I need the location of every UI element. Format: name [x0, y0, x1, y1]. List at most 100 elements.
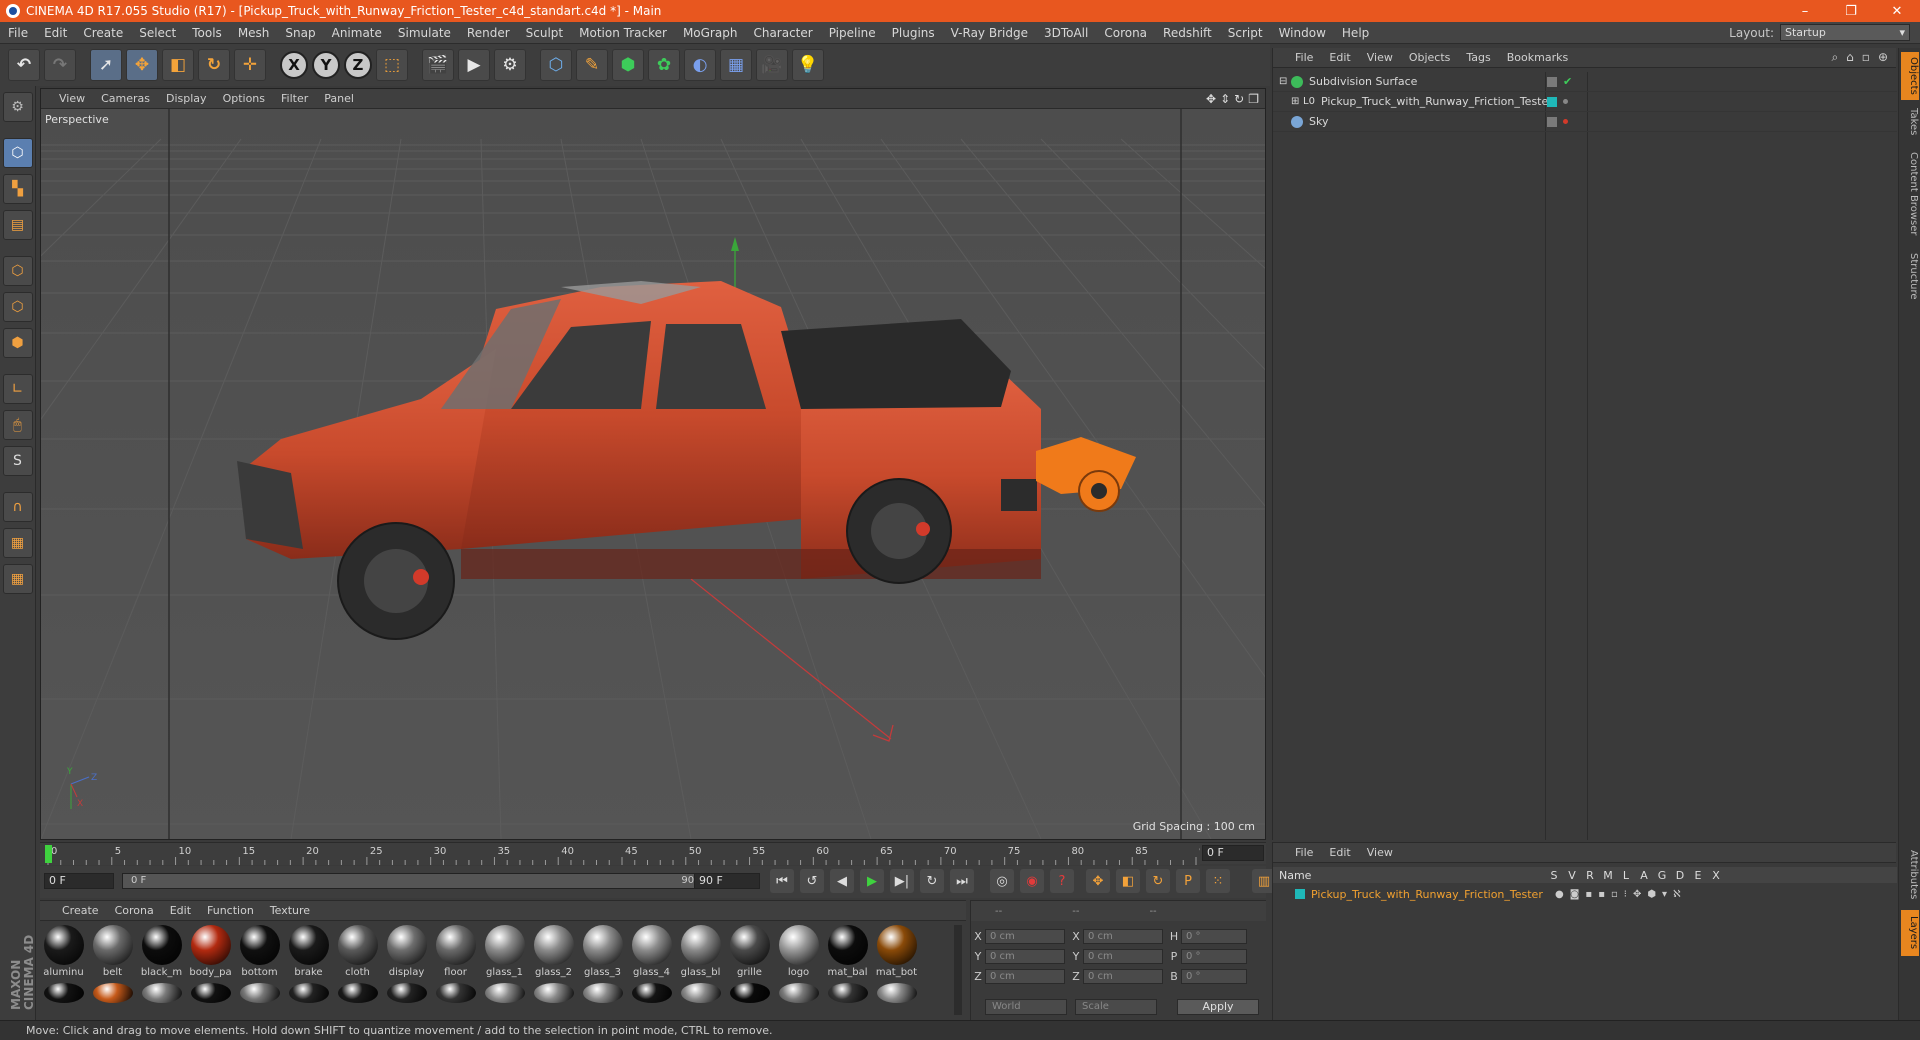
material-swatch[interactable]: mat_bal [826, 925, 869, 979]
material-swatch[interactable]: cloth [336, 925, 379, 979]
material-swatch[interactable] [875, 983, 918, 1003]
pos-y-field[interactable]: 0 cm [985, 948, 1065, 964]
menu-simulate[interactable]: Simulate [390, 26, 459, 40]
material-swatch[interactable]: mat_bot [875, 925, 918, 979]
material-swatch[interactable]: black_m [140, 925, 183, 979]
undo-icon[interactable]: ↶ [8, 49, 40, 81]
preview-range-slider[interactable]: 0 F 90 F [122, 873, 712, 889]
material-swatch[interactable]: glass_bl [679, 925, 722, 979]
material-swatch[interactable] [91, 983, 134, 1003]
rotate-tool-icon[interactable]: ↻ [198, 49, 230, 81]
search-icon[interactable]: ⌕ [1831, 50, 1838, 65]
material-swatch[interactable] [630, 983, 673, 1003]
menu-character[interactable]: Character [745, 26, 820, 40]
material-swatch[interactable]: display [385, 925, 428, 979]
current-frame-field[interactable]: 0 F [1202, 845, 1264, 861]
layer-row[interactable]: Pickup_Truck_with_Runway_Friction_Tester… [1273, 885, 1897, 903]
recent-tool-icon[interactable]: ✛ [234, 49, 266, 81]
material-swatch[interactable]: body_pa [189, 925, 232, 979]
om-menu-edit[interactable]: Edit [1321, 51, 1358, 64]
tab-structure[interactable]: Structure [1901, 248, 1919, 304]
material-swatch[interactable]: belt [91, 925, 134, 979]
floor-icon[interactable]: ▦ [720, 49, 752, 81]
material-swatch[interactable] [532, 983, 575, 1003]
material-swatch[interactable] [287, 983, 330, 1003]
tab-objects[interactable]: Objects [1901, 52, 1919, 100]
lm-menu-file[interactable]: File [1287, 846, 1321, 859]
mm-menu-create[interactable]: Create [54, 904, 107, 917]
material-swatch[interactable] [42, 983, 85, 1003]
material-swatch[interactable]: logo [777, 925, 820, 979]
material-swatch[interactable]: glass_1 [483, 925, 526, 979]
mm-menu-corona[interactable]: Corona [107, 904, 162, 917]
next-frame-icon[interactable]: ▶| [890, 869, 914, 893]
material-swatch[interactable] [777, 983, 820, 1003]
material-swatch[interactable] [336, 983, 379, 1003]
mm-menu-edit[interactable]: Edit [162, 904, 199, 917]
model-mode-icon[interactable]: ⬡ [2, 138, 33, 168]
material-swatch[interactable]: glass_2 [532, 925, 575, 979]
rot-h-field[interactable]: 0 ° [1181, 928, 1247, 944]
3d-viewport[interactable]: Y Z X Perspective Grid Spacing : 100 cm [41, 109, 1265, 839]
material-swatch[interactable]: aluminu [42, 925, 85, 979]
expand-icon[interactable]: ⊞ [1291, 96, 1303, 107]
lm-menu-view[interactable]: View [1359, 846, 1401, 859]
viewport-menu-filter[interactable]: Filter [273, 92, 316, 105]
menu-snap[interactable]: Snap [277, 26, 323, 40]
menu-script[interactable]: Script [1220, 26, 1271, 40]
previous-key-icon[interactable]: ↺ [800, 869, 824, 893]
minimize-button[interactable]: – [1782, 0, 1828, 22]
go-to-end-icon[interactable]: ⏭ [950, 869, 974, 893]
camera-icon[interactable]: 🎥 [756, 49, 788, 81]
tab-attributes[interactable]: Attributes [1901, 844, 1919, 906]
home-icon[interactable]: ⌂ [1846, 50, 1854, 65]
subdivision-surface-icon[interactable]: ⬢ [612, 49, 644, 81]
collapse-icon[interactable]: ⊟ [1279, 76, 1291, 87]
menu-window[interactable]: Window [1271, 26, 1334, 40]
layer-toggle-icons[interactable]: ●◙▪▪▫⁝✥⬢▾ℵ [1555, 889, 1687, 900]
size-z-field[interactable]: 0 cm [1083, 968, 1163, 984]
workplane-mode-icon[interactable]: ▤ [2, 210, 33, 240]
menu-render[interactable]: Render [459, 26, 518, 40]
material-swatch[interactable]: grille [728, 925, 771, 979]
light-icon[interactable]: 💡 [792, 49, 824, 81]
move-tool-icon[interactable]: ✥ [126, 49, 158, 81]
texture-mode-icon[interactable]: ▚ [2, 174, 33, 204]
material-scrollbar[interactable] [954, 925, 962, 1015]
key-rotation-icon[interactable]: ↻ [1146, 869, 1170, 893]
coordinate-space-select[interactable]: World [985, 999, 1067, 1015]
menu-file[interactable]: File [0, 26, 36, 40]
record-icon[interactable]: ◉ [1020, 869, 1044, 893]
menu-tools[interactable]: Tools [184, 26, 230, 40]
menu-animate[interactable]: Animate [324, 26, 390, 40]
y-axis-lock-button[interactable]: Y [312, 51, 340, 79]
viewport-menu-panel[interactable]: Panel [316, 92, 362, 105]
maximize-view-icon[interactable]: ❐ [1248, 92, 1259, 106]
om-menu-view[interactable]: View [1359, 51, 1401, 64]
mm-menu-texture[interactable]: Texture [262, 904, 318, 917]
material-swatch[interactable]: floor [434, 925, 477, 979]
pos-z-field[interactable]: 0 cm [985, 968, 1065, 984]
points-mode-icon[interactable]: ⬡ [2, 256, 33, 286]
object-row-subdivision-surface[interactable]: ⊟ Subdivision Surface ✔ [1273, 72, 1897, 92]
size-mode-select[interactable]: Scale [1075, 999, 1157, 1015]
menu-redshift[interactable]: Redshift [1155, 26, 1220, 40]
tab-takes[interactable]: Takes [1901, 104, 1919, 140]
material-swatch[interactable] [483, 983, 526, 1003]
viewport-menu-options[interactable]: Options [215, 92, 273, 105]
visibility-dot[interactable] [1563, 99, 1568, 104]
lm-menu-edit[interactable]: Edit [1321, 846, 1358, 859]
rot-b-field[interactable]: 0 ° [1181, 968, 1247, 984]
menu-vray-bridge[interactable]: V-Ray Bridge [943, 26, 1036, 40]
key-pla-icon[interactable]: ⁙ [1206, 869, 1230, 893]
menu-corona[interactable]: Corona [1096, 26, 1155, 40]
make-editable-icon[interactable]: ⚙ [2, 92, 33, 122]
cube-primitive-icon[interactable]: ⬡ [540, 49, 572, 81]
material-swatch[interactable] [238, 983, 281, 1003]
menu-create[interactable]: Create [75, 26, 131, 40]
material-swatch[interactable]: brake [287, 925, 330, 979]
viewport-menu-view[interactable]: View [51, 92, 93, 105]
scale-tool-icon[interactable]: ◧ [162, 49, 194, 81]
material-swatch[interactable]: glass_3 [581, 925, 624, 979]
previous-frame-icon[interactable]: ◀ [830, 869, 854, 893]
